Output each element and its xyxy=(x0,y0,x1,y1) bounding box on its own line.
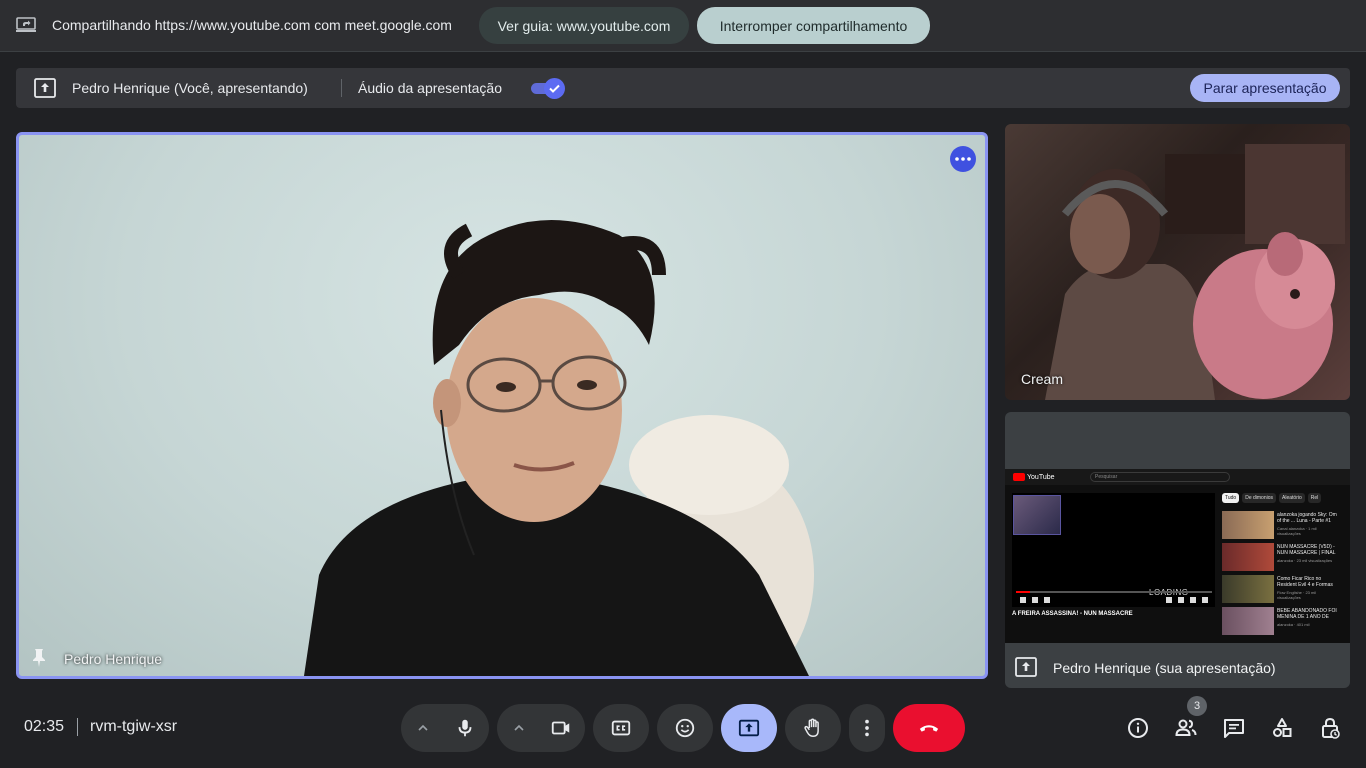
main-video-tile[interactable]: Pedro Henrique xyxy=(16,132,988,679)
divider xyxy=(77,718,78,736)
video-controls xyxy=(1016,597,1212,605)
info-icon xyxy=(1128,718,1148,738)
video-progress-bar xyxy=(1016,591,1212,593)
presentation-audio-toggle[interactable] xyxy=(529,78,567,99)
chip: Aleatório xyxy=(1279,493,1305,503)
youtube-logo-icon xyxy=(1013,473,1025,481)
youtube-logo: YouTube xyxy=(1013,472,1055,482)
more-vertical-icon xyxy=(865,719,869,737)
play-icon xyxy=(1020,597,1026,603)
video-title: A FREIRA ASSASSINA! - NUN MASSACRE xyxy=(1012,611,1133,617)
people-icon xyxy=(1175,719,1197,736)
youtube-header: YouTube Pesquisar xyxy=(1005,469,1350,485)
chat-icon xyxy=(1224,719,1244,738)
recommendation-item: alanzoka jogando Sky: Om of the ... Luna… xyxy=(1222,511,1347,539)
closed-caption-icon xyxy=(611,720,631,736)
audio-settings-button[interactable] xyxy=(403,704,443,752)
volume-icon xyxy=(1044,597,1050,603)
video-progress-fill xyxy=(1016,591,1030,593)
participant-name: Pedro Henrique xyxy=(64,651,163,667)
youtube-video-player: LOADING xyxy=(1012,493,1215,607)
presenter-name: Pedro Henrique (Você, apresentando) xyxy=(72,80,308,96)
miniplayer-icon xyxy=(1178,597,1184,603)
fullscreen-icon xyxy=(1202,597,1208,603)
checkmark-icon xyxy=(544,78,565,99)
host-controls-button[interactable] xyxy=(1306,704,1354,752)
theater-icon xyxy=(1190,597,1196,603)
video-thumbnail xyxy=(1222,543,1274,571)
chip: Rel xyxy=(1307,493,1322,503)
meeting-time: 02:35 xyxy=(24,718,65,735)
present-to-all-icon xyxy=(1015,657,1037,677)
leave-call-button[interactable] xyxy=(893,704,965,752)
divider xyxy=(341,79,342,97)
screen-share-name: Pedro Henrique (sua apresentação) xyxy=(1053,660,1276,676)
chevron-up-icon xyxy=(514,724,524,731)
youtube-search: Pesquisar xyxy=(1090,472,1230,482)
participant-count-badge: 3 xyxy=(1187,696,1207,716)
chip: De dimonios xyxy=(1242,493,1277,503)
call-end-icon xyxy=(919,725,939,732)
filter-chips: Tudo De dimonios Aleatório Rel xyxy=(1222,493,1322,503)
pin-icon[interactable] xyxy=(31,648,47,668)
chip: Tudo xyxy=(1222,493,1240,503)
mic-icon xyxy=(458,719,472,737)
video-thumbnail xyxy=(1222,511,1274,539)
screen-share-tile[interactable]: YouTube Pesquisar LOADING A FREIRA ASSAS… xyxy=(1005,412,1350,688)
reactions-button[interactable] xyxy=(657,704,713,752)
video-thumbnail xyxy=(1222,607,1274,635)
participant-video xyxy=(1045,144,1345,400)
next-icon xyxy=(1032,597,1038,603)
chevron-up-icon xyxy=(418,724,428,731)
microphone-button[interactable] xyxy=(447,704,483,752)
meeting-code: rvm-tgiw-xsr xyxy=(90,718,178,735)
participant-name: Cream xyxy=(1021,371,1064,387)
participant-video xyxy=(304,220,814,676)
sharing-notification-bar: Compartilhando https://www.youtube.com c… xyxy=(0,0,1366,52)
stop-sharing-button[interactable]: Interromper compartilhamento xyxy=(697,7,930,44)
present-to-all-icon xyxy=(738,719,760,737)
view-tab-button[interactable]: Ver guia: www.youtube.com xyxy=(479,7,689,44)
raise-hand-icon xyxy=(804,718,819,737)
laptop-share-icon xyxy=(16,17,36,32)
captions-button[interactable] xyxy=(593,704,649,752)
meeting-details-button[interactable] xyxy=(1114,704,1162,752)
chat-button[interactable] xyxy=(1210,704,1258,752)
sharing-status-text: Compartilhando https://www.youtube.com c… xyxy=(52,17,452,33)
presentation-audio-label: Áudio da apresentação xyxy=(358,80,502,96)
more-options-button[interactable] xyxy=(849,704,885,752)
video-settings-button[interactable] xyxy=(499,704,539,752)
present-to-all-icon xyxy=(34,78,56,98)
recommendation-item: Como Ficar Rico no Resident Evil 4 e For… xyxy=(1222,575,1347,603)
camera-button[interactable] xyxy=(543,704,579,752)
activities-icon xyxy=(1273,718,1292,737)
more-options-button[interactable] xyxy=(950,146,976,172)
raise-hand-button[interactable] xyxy=(785,704,841,752)
shared-screen-preview: YouTube Pesquisar LOADING A FREIRA ASSAS… xyxy=(1005,469,1350,643)
more-horizontal-icon xyxy=(955,157,971,161)
host-controls-lock-icon xyxy=(1322,717,1340,739)
present-now-button[interactable] xyxy=(721,704,777,752)
stop-presentation-button[interactable]: Parar apresentação xyxy=(1190,74,1340,102)
videocam-icon xyxy=(551,721,570,735)
recommendation-item: NUN MASSACRE (V5D) - NUN MASSACRE | FINA… xyxy=(1222,543,1347,571)
presentation-bar: Pedro Henrique (Você, apresentando) Áudi… xyxy=(16,68,1350,108)
emoji-icon xyxy=(675,718,695,738)
activities-button[interactable] xyxy=(1258,704,1306,752)
participant-tile-cream[interactable]: Cream xyxy=(1005,124,1350,400)
recommendation-item: BEBÊ ABANDONADO FOI MENINA DE 1 ANO DE a… xyxy=(1222,607,1347,635)
video-thumbnail xyxy=(1222,575,1274,603)
settings-icon xyxy=(1166,597,1172,603)
picture-in-picture-thumbnail xyxy=(1013,495,1061,535)
